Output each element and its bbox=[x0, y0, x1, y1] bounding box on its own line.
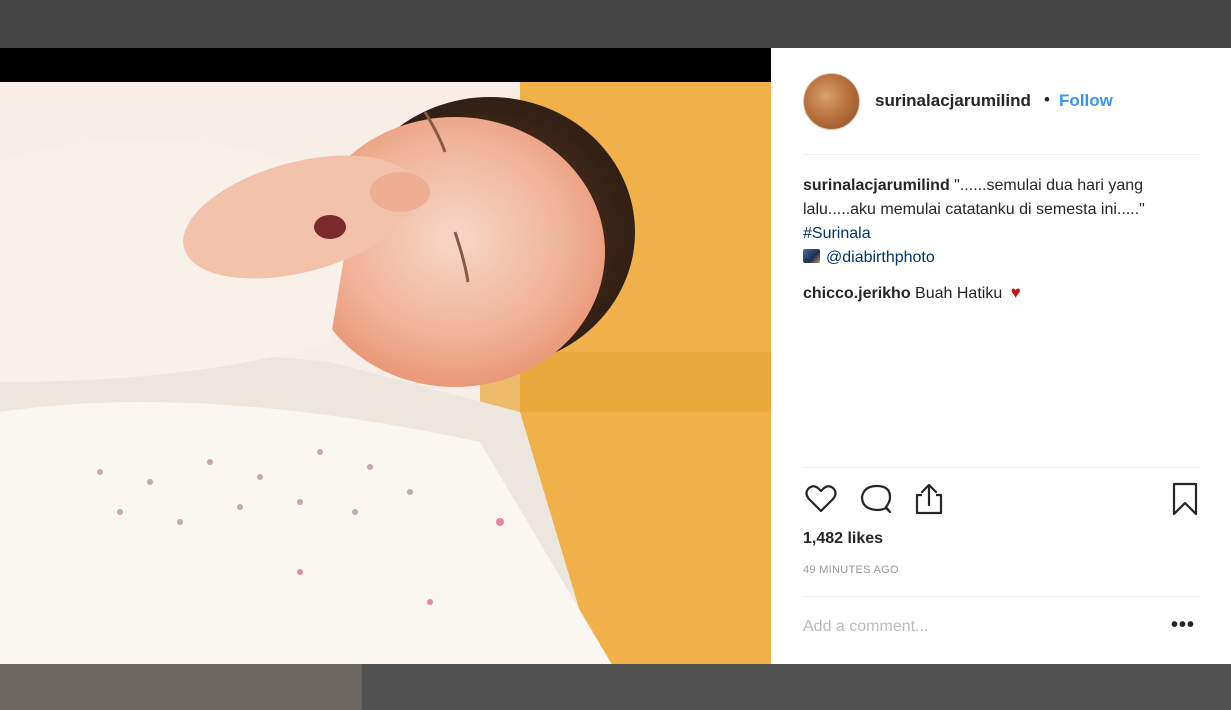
follow-button[interactable]: Follow bbox=[1059, 91, 1113, 111]
share-icon bbox=[915, 483, 943, 515]
like-button[interactable] bbox=[803, 481, 839, 517]
background-piece bbox=[0, 664, 362, 710]
bookmark-icon bbox=[1172, 482, 1198, 516]
heart-emoji-icon: ♥ bbox=[1010, 283, 1021, 302]
caption-username[interactable]: surinalacjarumilind bbox=[803, 177, 950, 194]
camera-emoji-icon bbox=[803, 249, 820, 263]
speech-bubble-icon bbox=[860, 484, 892, 514]
header-username[interactable]: surinalacjarumilind bbox=[875, 91, 1031, 111]
comment-button[interactable] bbox=[857, 481, 893, 517]
top-bar bbox=[0, 0, 1231, 48]
post-photo-frame bbox=[0, 48, 771, 678]
comment-username[interactable]: chicco.jerikho bbox=[803, 285, 911, 302]
post-timestamp[interactable]: 49 MINUTES AGO bbox=[803, 564, 899, 576]
heart-outline-icon bbox=[805, 485, 837, 513]
action-bar bbox=[803, 481, 1199, 521]
likes-count[interactable]: 1,482 likes bbox=[803, 530, 883, 548]
background-strip bbox=[0, 664, 1231, 710]
comment-item: chicco.jerikho Buah Hatiku ♥ bbox=[803, 281, 1199, 306]
actions-divider bbox=[803, 467, 1199, 468]
comment-text: Buah Hatiku bbox=[915, 285, 1003, 302]
separator-dot: • bbox=[1044, 90, 1050, 109]
hashtag-link[interactable]: #Surinala bbox=[803, 225, 871, 242]
save-button[interactable] bbox=[1167, 481, 1203, 517]
newborn-photo-illustration bbox=[0, 82, 771, 678]
more-options-button[interactable]: ••• bbox=[1171, 614, 1195, 637]
avatar[interactable] bbox=[803, 73, 860, 130]
share-button[interactable] bbox=[911, 481, 947, 517]
comments-section: surinalacjarumilind "......semulai dua h… bbox=[803, 174, 1199, 306]
comment-divider bbox=[803, 596, 1199, 597]
post-photo bbox=[0, 82, 771, 678]
post-side-panel: surinalacjarumilind • Follow surinalacja… bbox=[771, 48, 1231, 664]
post-header: surinalacjarumilind • Follow bbox=[771, 48, 1231, 154]
background-piece bbox=[362, 664, 1231, 710]
add-comment-input[interactable]: Add a comment... bbox=[803, 618, 1143, 636]
mention-link[interactable]: @diabirthphoto bbox=[826, 249, 935, 266]
header-divider bbox=[803, 154, 1199, 155]
caption: surinalacjarumilind "......semulai dua h… bbox=[803, 174, 1199, 270]
